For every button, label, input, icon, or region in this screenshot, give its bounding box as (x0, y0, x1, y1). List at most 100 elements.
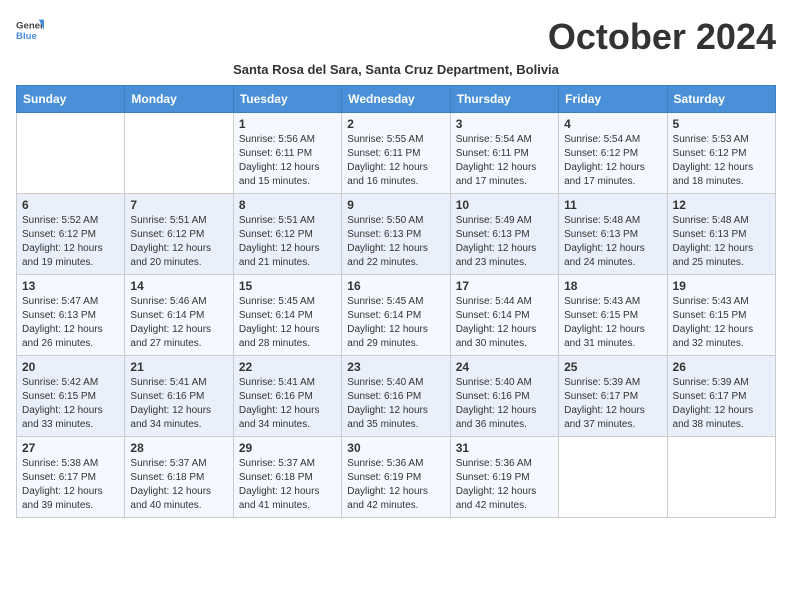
day-number: 17 (456, 279, 553, 293)
day-number: 21 (130, 360, 227, 374)
day-number: 11 (564, 198, 661, 212)
weekday-header-cell: Sunday (17, 86, 125, 113)
calendar-week-row: 6Sunrise: 5:52 AMSunset: 6:12 PMDaylight… (17, 194, 776, 275)
day-info: Sunrise: 5:48 AMSunset: 6:13 PMDaylight:… (673, 214, 770, 270)
day-number: 5 (673, 117, 770, 131)
day-info: Sunrise: 5:43 AMSunset: 6:15 PMDaylight:… (673, 295, 770, 351)
day-info: Sunrise: 5:36 AMSunset: 6:19 PMDaylight:… (456, 457, 553, 513)
calendar-cell: 18 Sunrise: 5:43 AMSunset: 6:15 PMDayligh… (559, 275, 667, 356)
day-number: 18 (564, 279, 661, 293)
day-number: 22 (239, 360, 336, 374)
calendar-cell: 25 Sunrise: 5:39 AMSunset: 6:17 PMDayligh… (559, 356, 667, 437)
calendar-subtitle: Santa Rosa del Sara, Santa Cruz Departme… (16, 62, 776, 77)
weekday-header-cell: Thursday (450, 86, 558, 113)
day-number: 4 (564, 117, 661, 131)
day-info: Sunrise: 5:45 AMSunset: 6:14 PMDaylight:… (347, 295, 444, 351)
day-info: Sunrise: 5:43 AMSunset: 6:15 PMDaylight:… (564, 295, 661, 351)
day-info: Sunrise: 5:50 AMSunset: 6:13 PMDaylight:… (347, 214, 444, 270)
day-info: Sunrise: 5:51 AMSunset: 6:12 PMDaylight:… (130, 214, 227, 270)
day-info: Sunrise: 5:37 AMSunset: 6:18 PMDaylight:… (130, 457, 227, 513)
calendar-cell: 16 Sunrise: 5:45 AMSunset: 6:14 PMDayligh… (342, 275, 450, 356)
calendar-cell: 20 Sunrise: 5:42 AMSunset: 6:15 PMDayligh… (17, 356, 125, 437)
calendar-cell: 12 Sunrise: 5:48 AMSunset: 6:13 PMDayligh… (667, 194, 775, 275)
day-info: Sunrise: 5:44 AMSunset: 6:14 PMDaylight:… (456, 295, 553, 351)
calendar-week-row: 27Sunrise: 5:38 AMSunset: 6:17 PMDayligh… (17, 437, 776, 518)
svg-text:General: General (16, 20, 44, 31)
day-number: 28 (130, 441, 227, 455)
calendar-week-row: 20 Sunrise: 5:42 AMSunset: 6:15 PMDayligh… (17, 356, 776, 437)
day-number: 7 (130, 198, 227, 212)
weekday-header-cell: Wednesday (342, 86, 450, 113)
calendar-cell: 9 Sunrise: 5:50 AMSunset: 6:13 PMDaylight… (342, 194, 450, 275)
calendar-cell: 7 Sunrise: 5:51 AMSunset: 6:12 PMDaylight… (125, 194, 233, 275)
calendar-body: 1Sunrise: 5:56 AMSunset: 6:11 PMDaylight… (17, 113, 776, 518)
calendar-cell: 28 Sunrise: 5:37 AMSunset: 6:18 PMDayligh… (125, 437, 233, 518)
calendar-cell: 17 Sunrise: 5:44 AMSunset: 6:14 PMDayligh… (450, 275, 558, 356)
day-info: Sunrise: 5:51 AMSunset: 6:12 PMDaylight:… (239, 214, 336, 270)
day-info: Sunrise: 5:40 AMSunset: 6:16 PMDaylight:… (347, 376, 444, 432)
calendar-cell: 27Sunrise: 5:38 AMSunset: 6:17 PMDayligh… (17, 437, 125, 518)
day-number: 24 (456, 360, 553, 374)
calendar-cell: 15 Sunrise: 5:45 AMSunset: 6:14 PMDayligh… (233, 275, 341, 356)
day-number: 20 (22, 360, 119, 374)
day-number: 16 (347, 279, 444, 293)
calendar-cell: 3 Sunrise: 5:54 AMSunset: 6:11 PMDaylight… (450, 113, 558, 194)
day-info: Sunrise: 5:55 AMSunset: 6:11 PMDaylight:… (347, 133, 444, 189)
calendar-cell (559, 437, 667, 518)
calendar-cell: 2Sunrise: 5:55 AMSunset: 6:11 PMDaylight… (342, 113, 450, 194)
svg-text:Blue: Blue (16, 31, 37, 42)
calendar-cell: 29Sunrise: 5:37 AMSunset: 6:18 PMDayligh… (233, 437, 341, 518)
day-number: 9 (347, 198, 444, 212)
calendar-cell: 22Sunrise: 5:41 AMSunset: 6:16 PMDayligh… (233, 356, 341, 437)
calendar-week-row: 13 Sunrise: 5:47 AMSunset: 6:13 PMDayligh… (17, 275, 776, 356)
day-number: 1 (239, 117, 336, 131)
calendar-cell: 24Sunrise: 5:40 AMSunset: 6:16 PMDayligh… (450, 356, 558, 437)
day-info: Sunrise: 5:52 AMSunset: 6:12 PMDaylight:… (22, 214, 119, 270)
day-info: Sunrise: 5:45 AMSunset: 6:14 PMDaylight:… (239, 295, 336, 351)
day-number: 14 (130, 279, 227, 293)
day-number: 25 (564, 360, 661, 374)
day-info: Sunrise: 5:54 AMSunset: 6:11 PMDaylight:… (456, 133, 553, 189)
day-number: 30 (347, 441, 444, 455)
calendar-cell: 26Sunrise: 5:39 AMSunset: 6:17 PMDayligh… (667, 356, 775, 437)
day-number: 27 (22, 441, 119, 455)
day-info: Sunrise: 5:46 AMSunset: 6:14 PMDaylight:… (130, 295, 227, 351)
day-number: 8 (239, 198, 336, 212)
calendar-cell: 14 Sunrise: 5:46 AMSunset: 6:14 PMDayligh… (125, 275, 233, 356)
calendar-table: SundayMondayTuesdayWednesdayThursdayFrid… (16, 85, 776, 518)
day-number: 31 (456, 441, 553, 455)
calendar-cell: 5 Sunrise: 5:53 AMSunset: 6:12 PMDaylight… (667, 113, 775, 194)
calendar-cell: 1Sunrise: 5:56 AMSunset: 6:11 PMDaylight… (233, 113, 341, 194)
calendar-cell: 31 Sunrise: 5:36 AMSunset: 6:19 PMDayligh… (450, 437, 558, 518)
day-info: Sunrise: 5:48 AMSunset: 6:13 PMDaylight:… (564, 214, 661, 270)
weekday-header-cell: Monday (125, 86, 233, 113)
day-info: Sunrise: 5:47 AMSunset: 6:13 PMDaylight:… (22, 295, 119, 351)
calendar-cell: 21Sunrise: 5:41 AMSunset: 6:16 PMDayligh… (125, 356, 233, 437)
calendar-cell (125, 113, 233, 194)
day-number: 3 (456, 117, 553, 131)
weekday-header-cell: Friday (559, 86, 667, 113)
day-info: Sunrise: 5:53 AMSunset: 6:12 PMDaylight:… (673, 133, 770, 189)
calendar-cell: 13 Sunrise: 5:47 AMSunset: 6:13 PMDayligh… (17, 275, 125, 356)
day-info: Sunrise: 5:54 AMSunset: 6:12 PMDaylight:… (564, 133, 661, 189)
weekday-header-row: SundayMondayTuesdayWednesdayThursdayFrid… (17, 86, 776, 113)
calendar-cell: 23 Sunrise: 5:40 AMSunset: 6:16 PMDayligh… (342, 356, 450, 437)
day-info: Sunrise: 5:36 AMSunset: 6:19 PMDaylight:… (347, 457, 444, 513)
day-info: Sunrise: 5:39 AMSunset: 6:17 PMDaylight:… (564, 376, 661, 432)
day-number: 19 (673, 279, 770, 293)
day-number: 10 (456, 198, 553, 212)
day-number: 23 (347, 360, 444, 374)
day-number: 12 (673, 198, 770, 212)
day-number: 13 (22, 279, 119, 293)
page-header: General Blue October 2024 (16, 16, 776, 58)
calendar-cell: 8 Sunrise: 5:51 AMSunset: 6:12 PMDaylight… (233, 194, 341, 275)
month-title: October 2024 (548, 16, 776, 58)
day-number: 15 (239, 279, 336, 293)
calendar-cell: 10Sunrise: 5:49 AMSunset: 6:13 PMDayligh… (450, 194, 558, 275)
calendar-week-row: 1Sunrise: 5:56 AMSunset: 6:11 PMDaylight… (17, 113, 776, 194)
calendar-cell: 11 Sunrise: 5:48 AMSunset: 6:13 PMDayligh… (559, 194, 667, 275)
day-info: Sunrise: 5:42 AMSunset: 6:15 PMDaylight:… (22, 376, 119, 432)
day-info: Sunrise: 5:37 AMSunset: 6:18 PMDaylight:… (239, 457, 336, 513)
calendar-cell: 30 Sunrise: 5:36 AMSunset: 6:19 PMDayligh… (342, 437, 450, 518)
day-number: 26 (673, 360, 770, 374)
